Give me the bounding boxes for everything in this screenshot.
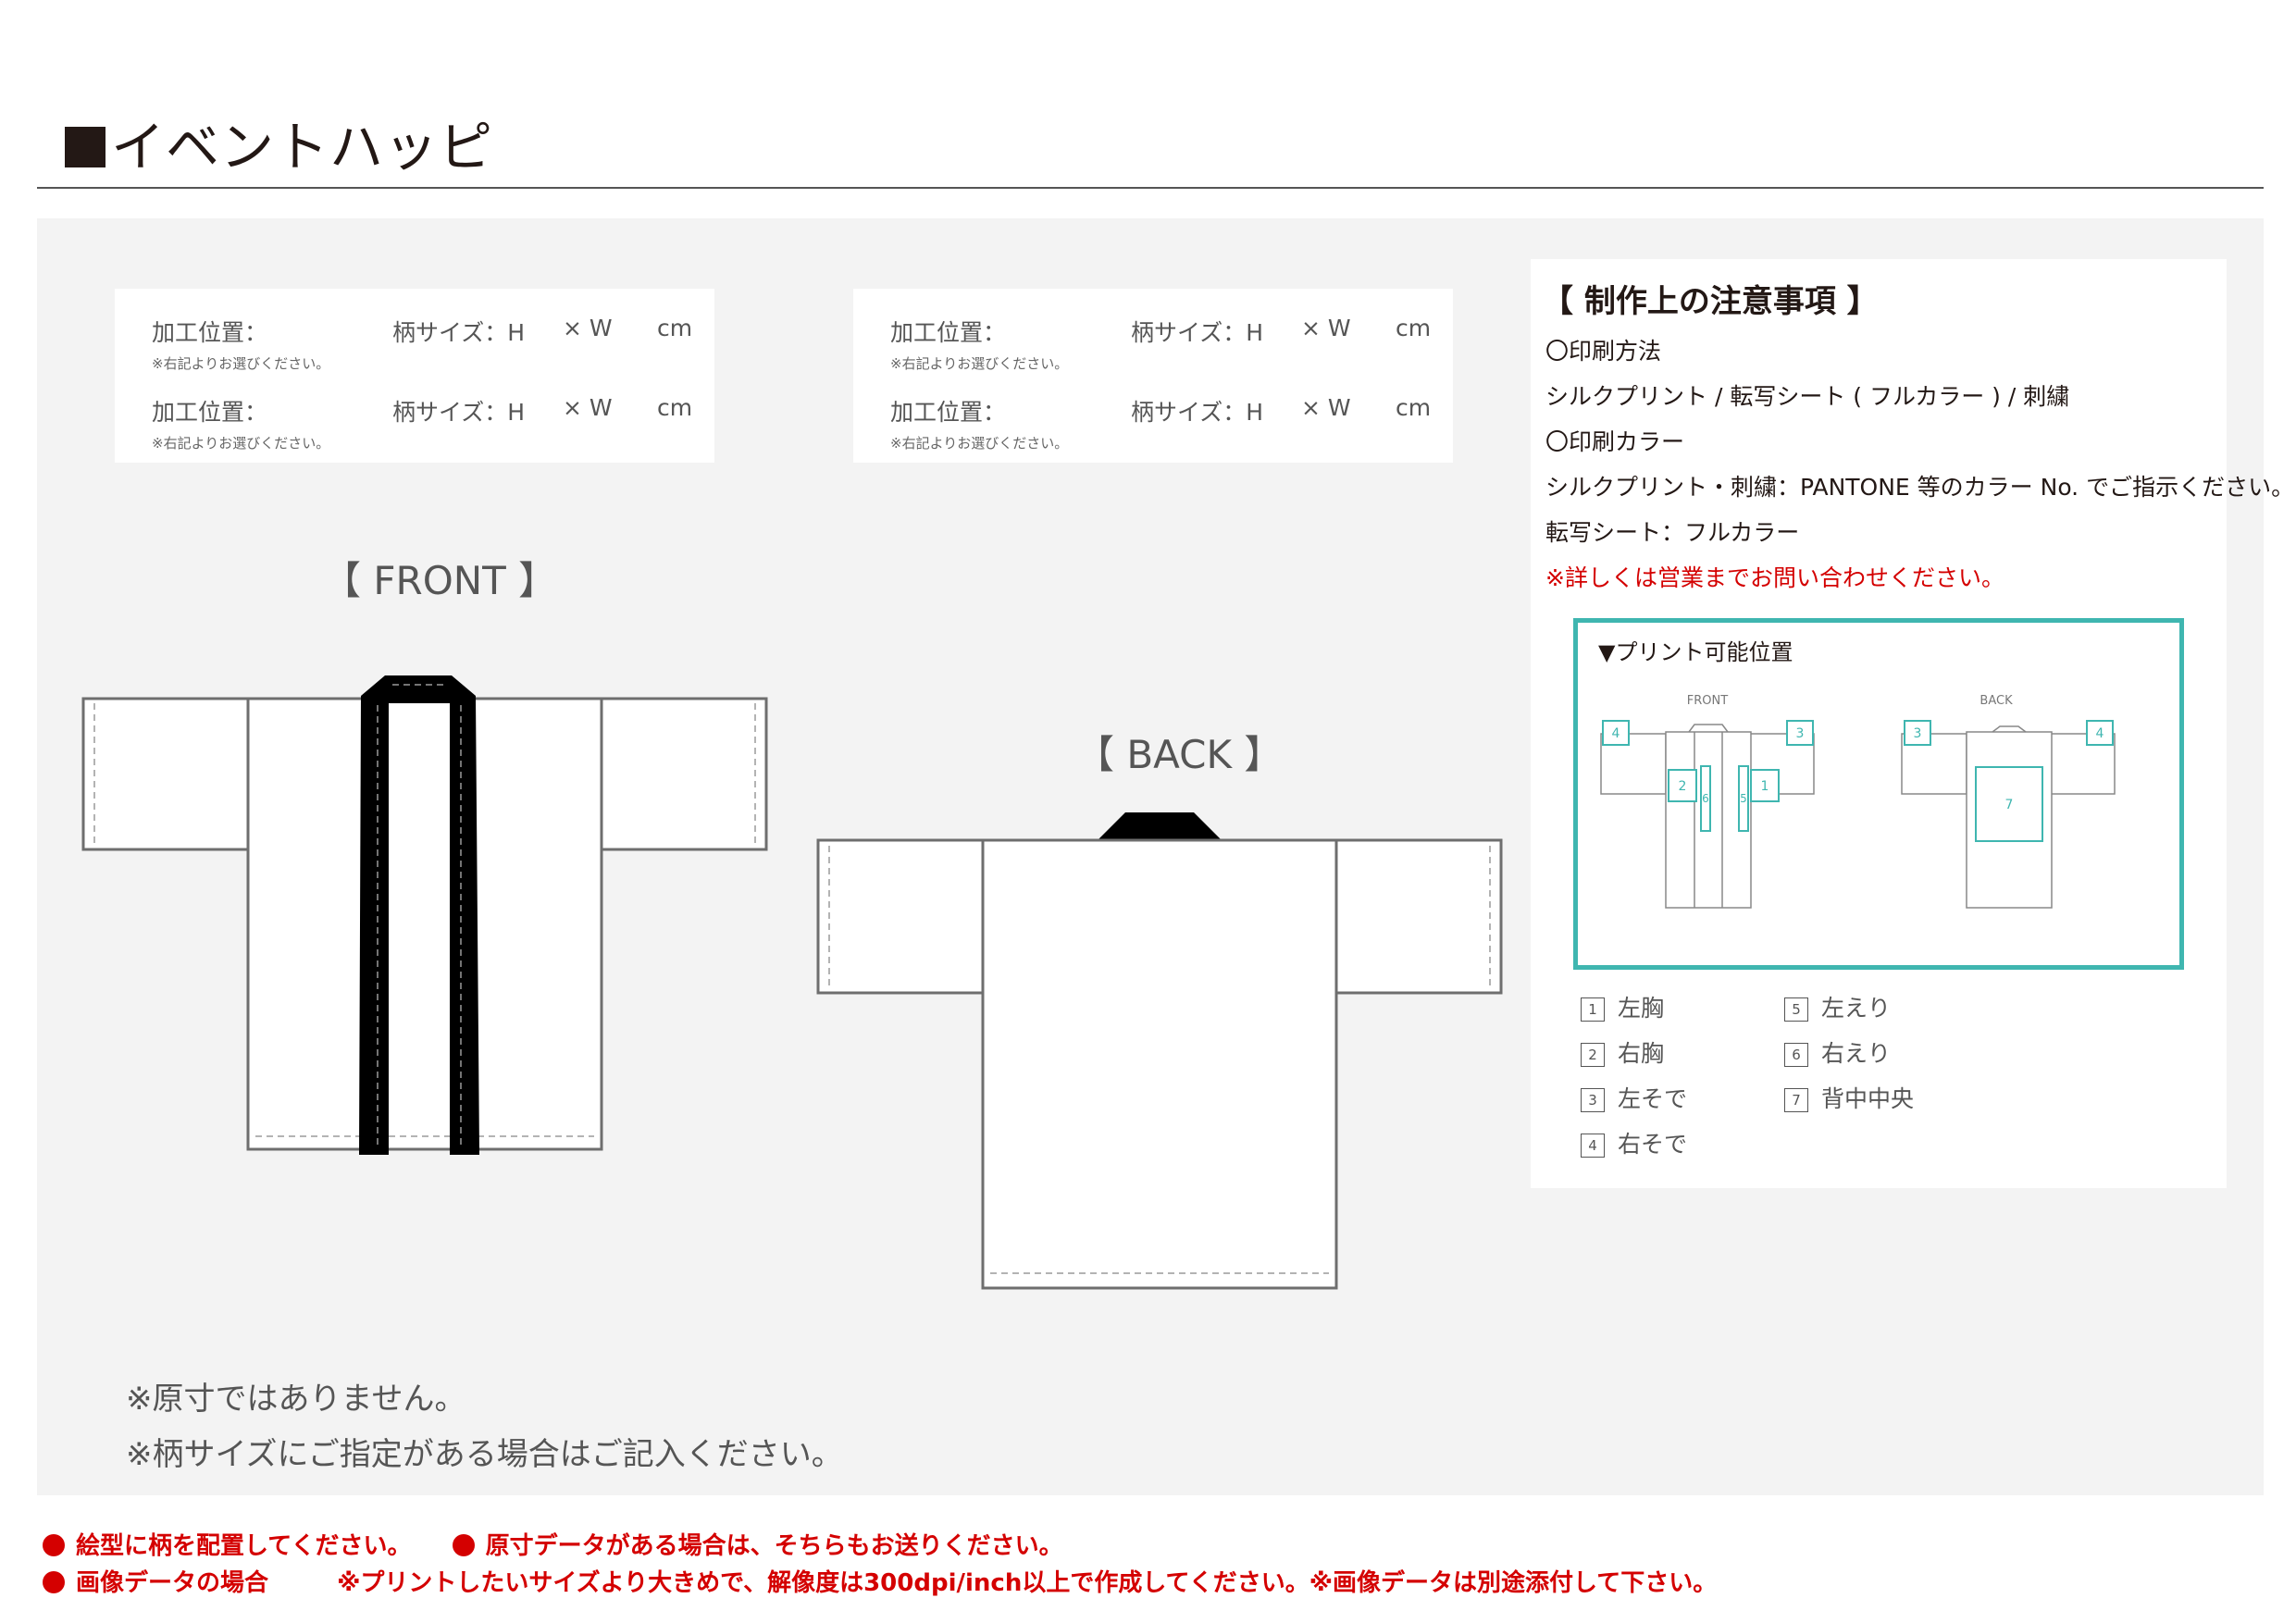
- legend-item: 1 左胸: [1581, 990, 1664, 1023]
- times-w-label: × W: [1301, 394, 1351, 421]
- print-box-3-back-label: 3: [1914, 726, 1922, 741]
- page-title-text: イベントハッピ: [111, 116, 494, 179]
- back-form-box: 加工位置： ※右記よりお選びください。 柄サイズ：H × W cm 加工位置： …: [853, 289, 1453, 463]
- position-note: ※右記よりお選びください。: [152, 435, 330, 452]
- print-box-3-label: 3: [1796, 726, 1805, 741]
- method-text: シルクプリント / 転写シート ( フルカラー ) / 刺繍: [1545, 383, 2070, 410]
- page-title: イベントハッピ: [65, 104, 493, 181]
- back-garment-illustration: [816, 812, 1503, 1290]
- position-label: 加工位置：: [152, 399, 268, 426]
- legend-item: 2 右胸: [1581, 1035, 1664, 1069]
- unit-label: cm: [1396, 315, 1432, 341]
- print-area-diagram: ▼プリント可能位置 FRONT BACK 4 3 2 6 5 1 3 4 7: [1573, 618, 2184, 970]
- legend-item: 6 右えり: [1784, 1035, 1891, 1069]
- size-label: 柄サイズ：H: [392, 319, 526, 346]
- color-text-1: シルクプリント・刺繍：PANTONE 等のカラー No. でご指示ください。: [1545, 474, 2295, 501]
- form-row: 加工位置： ※右記よりお選びください。 柄サイズ：H × W cm: [152, 394, 707, 468]
- position-label: 加工位置：: [890, 319, 1007, 346]
- back-collar: [1098, 812, 1222, 840]
- front-garment-illustration: [81, 675, 768, 1155]
- unit-label: cm: [657, 315, 693, 341]
- front-form-box: 加工位置： ※右記よりお選びください。 柄サイズ：H × W cm 加工位置： …: [115, 289, 714, 463]
- bottom-note-line1: 絵型に柄を配置してください。 原寸データがある場合は、そちらもお送りください。: [43, 1527, 1063, 1561]
- position-note: ※右記よりお選びください。: [890, 355, 1069, 372]
- unit-label: cm: [657, 394, 693, 421]
- times-w-label: × W: [563, 394, 613, 421]
- print-box-2-label: 2: [1679, 779, 1687, 794]
- legend-item: 5 左えり: [1784, 990, 1891, 1023]
- method-heading: 〇印刷方法: [1545, 338, 1662, 365]
- size-label: 柄サイズ：H: [392, 399, 526, 426]
- back-left-sleeve: [816, 838, 987, 995]
- legend-item: 4 右そで: [1581, 1126, 1687, 1159]
- red-dot-icon: [43, 1534, 65, 1556]
- form-row: 加工位置： ※右記よりお選びください。 柄サイズ：H × W cm: [890, 315, 1446, 389]
- position-note: ※右記よりお選びください。: [890, 435, 1069, 452]
- print-box-5-label: 5: [1740, 792, 1747, 805]
- front-view-label: 【 FRONT 】: [322, 558, 558, 603]
- mini-front-label: FRONT: [1687, 694, 1728, 708]
- notes-heading: 【 制作上の注意事項 】: [1542, 283, 1879, 320]
- print-box-4-back-label: 4: [2096, 726, 2104, 741]
- back-right-sleeve: [1333, 838, 1503, 995]
- times-w-label: × W: [1301, 315, 1351, 341]
- times-w-label: × W: [563, 315, 613, 341]
- mini-back-label: BACK: [1980, 694, 2013, 708]
- print-box-7-label: 7: [2005, 798, 2014, 812]
- form-row: 加工位置： ※右記よりお選びください。 柄サイズ：H × W cm: [890, 394, 1446, 468]
- footnote-not-actual-size: ※原寸ではありません。: [126, 1381, 466, 1418]
- back-view-label: 【 BACK 】: [1075, 732, 1284, 777]
- color-heading: 〇印刷カラー: [1545, 428, 1685, 455]
- size-label: 柄サイズ：H: [1131, 399, 1264, 426]
- position-label: 加工位置：: [152, 319, 268, 346]
- print-area-illustration: FRONT BACK 4 3 2 6 5 1 3 4 7: [1600, 694, 2116, 909]
- square-icon: [65, 127, 105, 167]
- footnote-size-instruction: ※柄サイズにご指定がある場合はご記入ください。: [126, 1436, 843, 1473]
- print-box-1-label: 1: [1761, 779, 1769, 794]
- color-text-2: 転写シート：フルカラー: [1545, 519, 1800, 546]
- position-note: ※右記よりお選びください。: [152, 355, 330, 372]
- title-divider: [37, 187, 2264, 189]
- legend-item: 7 背中中央: [1784, 1081, 1914, 1114]
- back-body: [981, 838, 1338, 1290]
- red-dot-icon: [43, 1571, 65, 1593]
- bottom-note-line2: 画像データの場合 ※プリントしたいサイズより大きめで、解像度は300dpi/in…: [43, 1564, 1717, 1598]
- print-box-6-label: 6: [1702, 792, 1709, 805]
- legend-item: 3 左そで: [1581, 1081, 1687, 1114]
- unit-label: cm: [1396, 394, 1432, 421]
- red-dot-icon: [452, 1534, 475, 1556]
- size-label: 柄サイズ：H: [1131, 319, 1264, 346]
- front-body: [246, 697, 603, 1151]
- front-right-sleeve: [598, 697, 768, 851]
- contact-note: ※詳しくは営業までお問い合わせください。: [1545, 564, 2004, 591]
- front-left-sleeve: [81, 697, 252, 851]
- form-row: 加工位置： ※右記よりお選びください。 柄サイズ：H × W cm: [152, 315, 707, 389]
- position-label: 加工位置：: [890, 399, 1007, 426]
- print-box-4-label: 4: [1612, 726, 1620, 741]
